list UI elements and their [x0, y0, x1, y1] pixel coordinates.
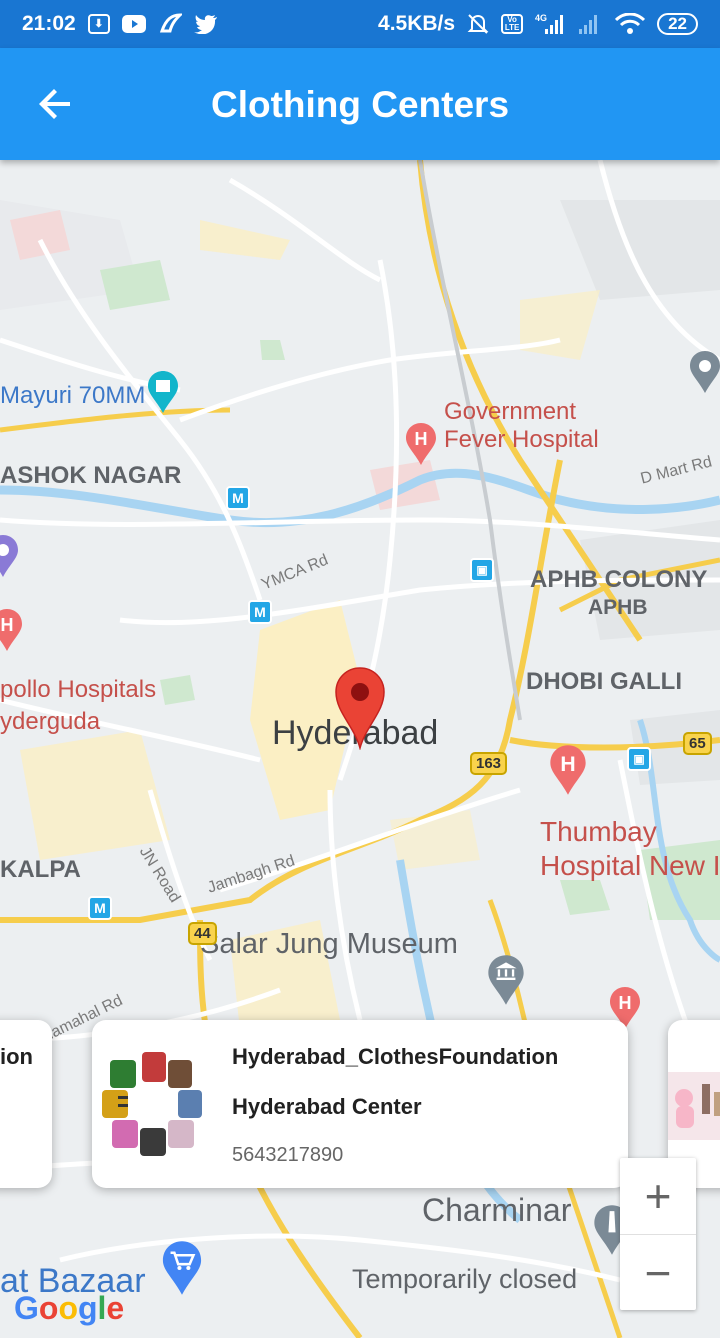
- highway-shield-44: 44: [188, 922, 217, 945]
- map-label-charminar: Charminar: [422, 1192, 572, 1228]
- metro-icon: M: [88, 896, 112, 920]
- status-time: 21:02: [22, 12, 76, 35]
- map-label-thumbay-hospital: Hospital New I: [540, 850, 720, 881]
- place-pin-icon: [0, 535, 18, 577]
- hospital-pin-icon: H: [0, 609, 22, 651]
- svg-text:H: H: [560, 753, 575, 776]
- page-title: Clothing Centers: [210, 84, 510, 125]
- zoom-in-button[interactable]: +: [620, 1158, 696, 1234]
- train-icon: ▣: [627, 747, 651, 771]
- card-title: ion: [0, 1044, 33, 1069]
- map-label-temporarily-closed: Temporarily closed: [352, 1264, 578, 1294]
- highway-shield-65: 65: [683, 732, 712, 755]
- signal-icon: 4G: [535, 13, 564, 35]
- card-phone: 5643217890: [232, 1144, 344, 1166]
- metro-icon: M: [248, 600, 272, 624]
- signal-weak-icon: [575, 13, 603, 35]
- shopping-pin-icon: [162, 1241, 202, 1295]
- mute-icon: [467, 13, 489, 35]
- svg-text:H: H: [1, 615, 14, 635]
- clothes-thumbnail-image: [102, 1052, 202, 1156]
- map-label-aphb-colony: APHB COLONY: [530, 566, 708, 593]
- hospital-pin-icon: H: [550, 745, 586, 795]
- map-label-kalpa: KALPA: [0, 856, 81, 883]
- map-label-government: Government: [444, 398, 577, 425]
- map-label-dhobi-galli: DHOBI GALLI: [526, 668, 682, 695]
- map-label-ashok-nagar: ASHOK NAGAR: [0, 462, 182, 489]
- app-icon: [158, 13, 182, 35]
- status-bar: 21:02 ⬇ 4.5KB/s Vo LTE 4G 22: [0, 0, 720, 48]
- card-title: Hyderabad_ClothesFoundation: [232, 1044, 559, 1069]
- zoom-controls: + −: [620, 1158, 696, 1310]
- map-label-fever-hospital: Fever Hospital: [444, 426, 599, 453]
- network-speed: 4.5KB/s: [378, 12, 456, 35]
- battery-icon: 22: [657, 13, 698, 35]
- card-subtitle: Hyderabad Center: [232, 1094, 422, 1119]
- store-thumbnail-image: [668, 1072, 720, 1140]
- clothing-center-card[interactable]: Hyderabad_ClothesFoundation Hyderabad Ce…: [92, 1020, 628, 1188]
- hospital-pin-icon: H: [406, 423, 436, 465]
- map-label-thumbay: Thumbay: [540, 816, 657, 847]
- map-label-hyderguda: yderguda: [0, 708, 101, 735]
- wifi-icon: [615, 13, 646, 35]
- app-bar: Clothing Centers: [0, 48, 720, 160]
- zoom-out-button[interactable]: −: [620, 1234, 696, 1310]
- location-marker-icon[interactable]: [334, 666, 386, 750]
- museum-pin-icon: [488, 955, 524, 1005]
- map-label-mayuri: Mayuri 70MM: [0, 382, 146, 409]
- cinema-pin-icon: [148, 371, 178, 413]
- svg-text:H: H: [619, 993, 632, 1013]
- twitter-icon: [193, 14, 218, 34]
- clothing-center-card-previous[interactable]: ion: [0, 1020, 52, 1188]
- volte-icon: Vo LTE: [501, 14, 524, 34]
- svg-text:4G: 4G: [535, 13, 547, 23]
- highway-shield-163: 163: [470, 752, 508, 775]
- download-icon: ⬇: [87, 14, 110, 34]
- map-label-aphb: APHB: [588, 596, 648, 619]
- metro-icon: M: [226, 486, 250, 510]
- place-pin-icon: [690, 351, 720, 393]
- map-label-salar-jung: Salar Jung Museum: [200, 928, 458, 960]
- map-label-apollo: pollo Hospitals: [0, 676, 157, 703]
- google-logo: Google: [14, 1290, 125, 1326]
- youtube-icon: [121, 15, 146, 33]
- train-icon: ▣: [470, 558, 494, 582]
- svg-text:H: H: [415, 429, 428, 449]
